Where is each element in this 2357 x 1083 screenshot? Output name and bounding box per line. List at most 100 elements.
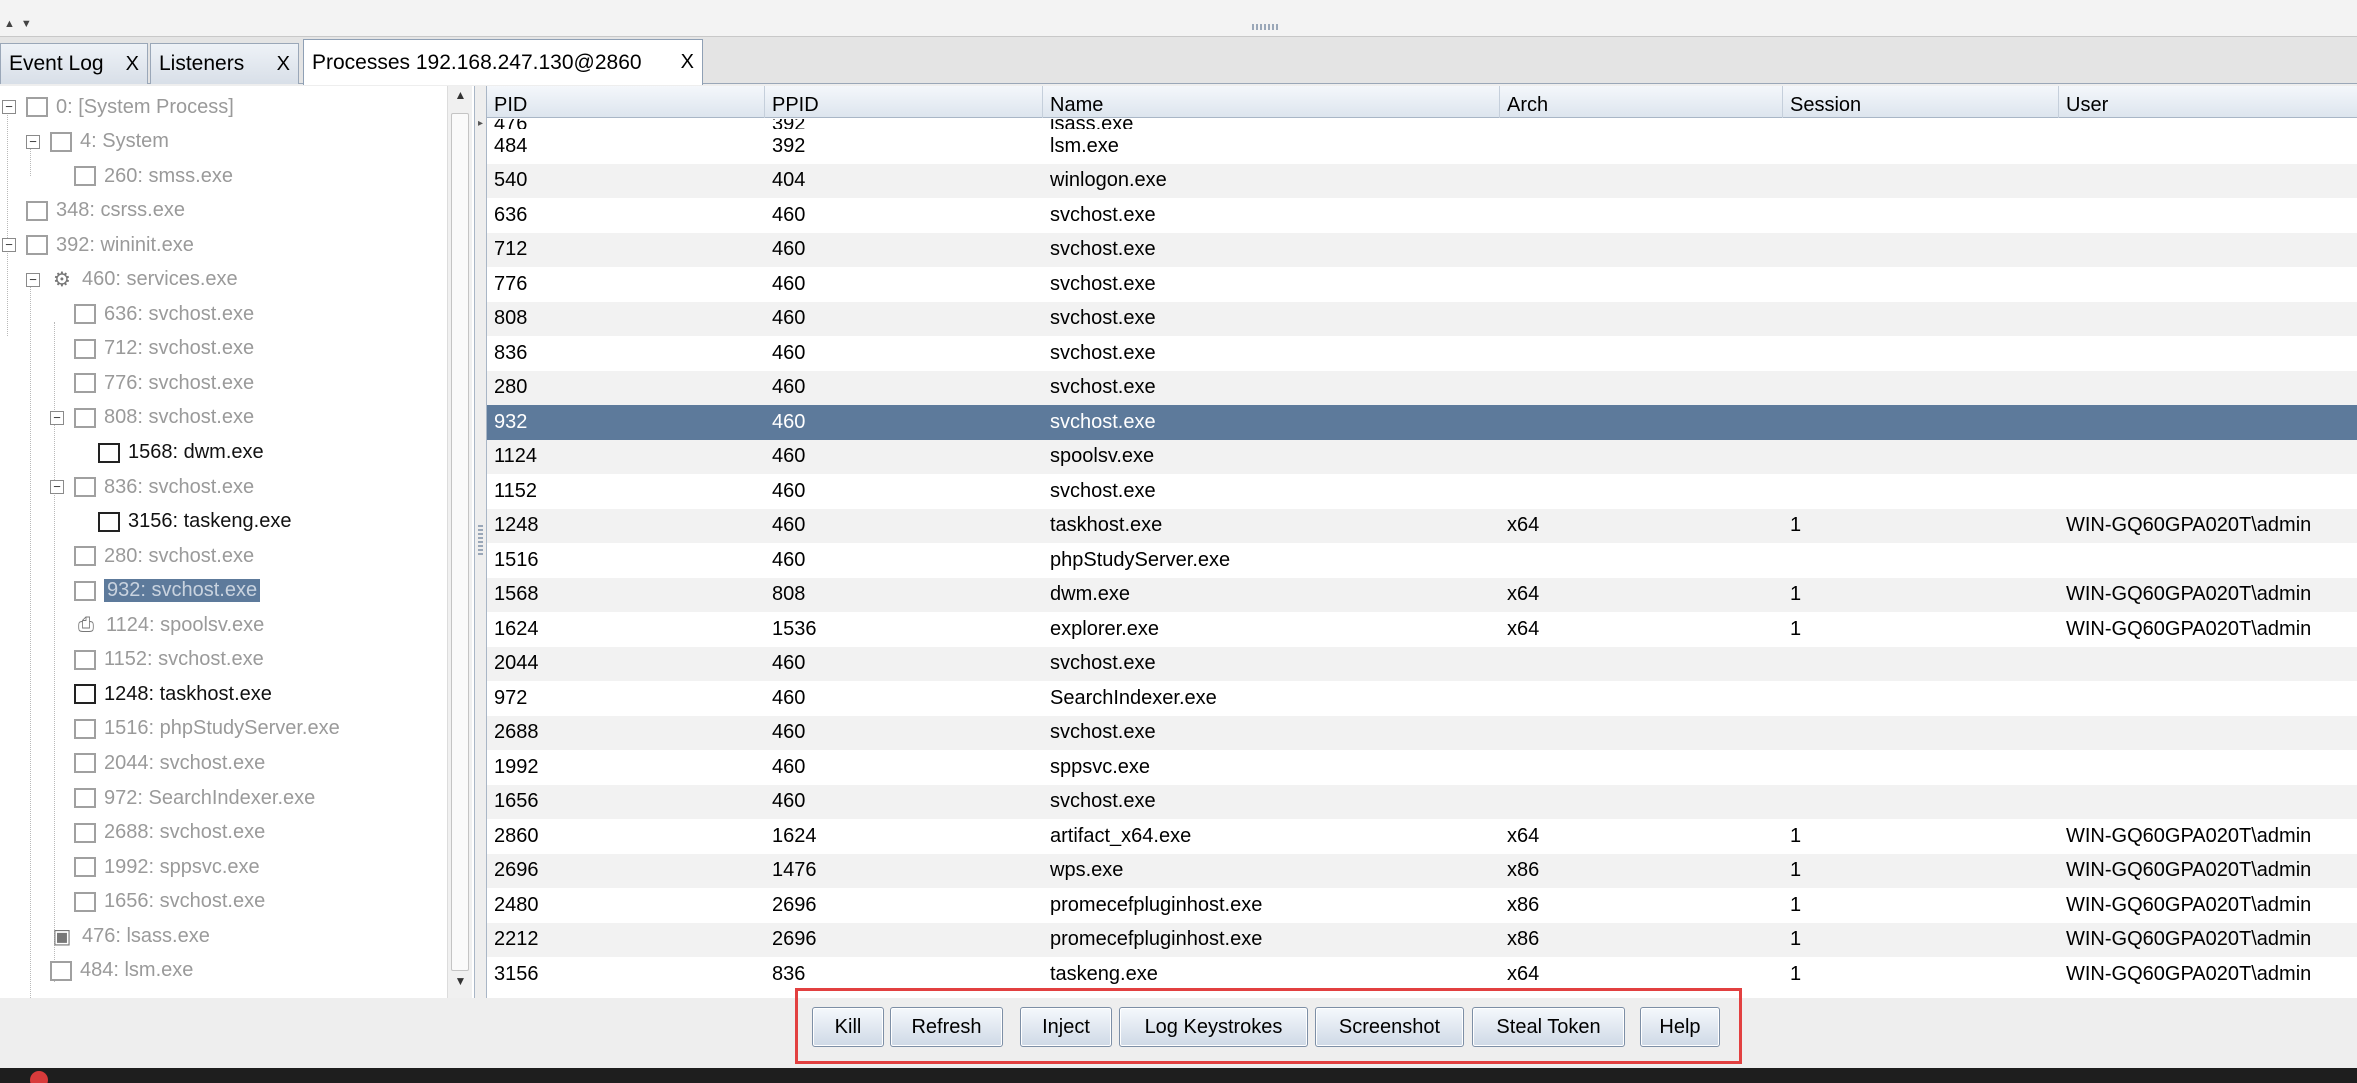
collapse-icon[interactable]: − (26, 272, 40, 287)
tree-node[interactable]: 932: svchost.exe (74, 576, 261, 606)
table-row[interactable]: 712 460 svchost.exe (487, 232, 2357, 267)
table-cell: explorer.exe (1050, 617, 1159, 640)
table-row[interactable]: 1624 1536 explorer.exe x64 1 WIN-GQ60GPA020T\… (487, 612, 2357, 647)
table-row[interactable]: 836 460 svchost.exe (487, 336, 2357, 371)
table-cell: promecefpluginhost.exe (1050, 928, 1263, 951)
column-header-pid[interactable]: PID (487, 86, 765, 118)
tree-node[interactable]: − 808: svchost.exe (50, 403, 254, 433)
scrollbar-thumb[interactable] (451, 113, 469, 971)
collapse-arrows-icon[interactable]: ▲▼ (4, 18, 38, 30)
table-row[interactable]: 2044 460 svchost.exe (487, 646, 2357, 681)
tree-node[interactable]: − 0: [System Process] (2, 92, 234, 122)
table-row[interactable]: 636 460 svchost.exe (487, 198, 2357, 233)
table-row[interactable]: 280 460 svchost.exe (487, 370, 2357, 405)
tree-node[interactable]: 260: smss.exe (74, 161, 233, 191)
table-row[interactable]: 2212 2696 promecefpluginhost.exe x86 1 WIN-GQ… (487, 922, 2357, 957)
column-header-session[interactable]: Session (1783, 86, 2059, 118)
table-cell: 1 (1790, 893, 1802, 916)
tree-node[interactable]: 712: svchost.exe (74, 334, 254, 364)
tab-listeners[interactable]: Listeners X (150, 43, 299, 84)
table-cell: 712 (494, 238, 528, 261)
log-keystrokes-button[interactable]: Log Keystrokes (1119, 1007, 1308, 1047)
table-cell: 2688 (494, 721, 539, 744)
table-cell: 1992 (494, 755, 539, 778)
table-row[interactable]: 1124 460 spoolsv.exe (487, 439, 2357, 474)
tree-node[interactable]: − 4: System (26, 127, 169, 157)
tree-node[interactable]: 1992: sppsvc.exe (74, 852, 260, 882)
table-cell: 460 (772, 479, 806, 502)
screenshot-button[interactable]: Screenshot (1315, 1007, 1464, 1047)
column-header-user[interactable]: User (2059, 86, 2357, 118)
kill-button[interactable]: Kill (812, 1007, 884, 1047)
close-icon[interactable]: X (112, 53, 139, 76)
table-row[interactable]: 932 460 svchost.exe (487, 405, 2357, 440)
scroll-up-icon[interactable]: ▲ (448, 88, 473, 112)
tree-node[interactable]: 1568: dwm.exe (98, 438, 264, 468)
collapse-icon[interactable]: − (50, 410, 64, 425)
table-row[interactable]: 1152 460 svchost.exe (487, 474, 2357, 509)
tree-node[interactable]: ▣ 476: lsass.exe (50, 921, 210, 951)
collapse-icon[interactable]: − (2, 238, 16, 253)
table-row[interactable]: 484 392 lsm.exe (487, 129, 2357, 164)
tree-node[interactable]: 484: lsm.exe (50, 956, 193, 986)
column-header-arch[interactable]: Arch (1500, 86, 1783, 118)
pane-splitter-grip-icon[interactable] (478, 525, 483, 555)
tree-node[interactable]: 776: svchost.exe (74, 368, 254, 398)
table-row[interactable]: 1992 460 sppsvc.exe (487, 750, 2357, 785)
tree-node[interactable]: 972: SearchIndexer.exe (74, 783, 315, 813)
tree-node[interactable]: 280: svchost.exe (74, 541, 254, 571)
table-row[interactable]: 1568 808 dwm.exe x64 1 WIN-GQ60GPA020T\admin (487, 577, 2357, 612)
tree-node[interactable]: 2044: svchost.exe (74, 748, 265, 778)
table-row[interactable]: 1248 460 taskhost.exe x64 1 WIN-GQ60GPA020T\a… (487, 508, 2357, 543)
collapse-icon[interactable]: − (50, 480, 64, 495)
close-icon[interactable]: X (667, 51, 694, 74)
tree-node[interactable]: − 836: svchost.exe (50, 472, 254, 502)
table-row[interactable]: 972 460 SearchIndexer.exe (487, 681, 2357, 716)
tree-node[interactable]: 1248: taskhost.exe (74, 679, 272, 709)
tab-event-log[interactable]: Event Log X (0, 43, 148, 84)
tree-node-label: 1248: taskhost.exe (104, 682, 272, 705)
tree-node[interactable]: 1516: phpStudyServer.exe (74, 714, 340, 744)
table-cell: 1152 (494, 479, 538, 502)
tree-node[interactable]: 348: csrss.exe (26, 196, 185, 226)
tree-node[interactable]: 3156: taskeng.exe (98, 507, 291, 537)
table-row[interactable]: 3156 836 taskeng.exe x64 1 WIN-GQ60GPA020T\ad… (487, 957, 2357, 992)
table-cell: x64 (1507, 617, 1540, 640)
refresh-button[interactable]: Refresh (890, 1007, 1003, 1047)
window-icon (74, 407, 96, 428)
tree-node[interactable]: 1656: svchost.exe (74, 887, 265, 917)
table-row[interactable]: 2860 1624 artifact_x64.exe x64 1 WIN-GQ60GPA0… (487, 819, 2357, 854)
table-body[interactable]: 476392lsass.exe484392lsm.exe540404winlog… (487, 118, 2357, 998)
collapse-icon[interactable]: − (2, 100, 16, 114)
inject-button[interactable]: Inject (1020, 1007, 1112, 1047)
app-icon[interactable] (30, 1071, 48, 1083)
close-icon[interactable]: X (263, 53, 290, 76)
table-row[interactable]: 476392lsass.exe (487, 118, 2357, 129)
tab-processes[interactable]: Processes 192.168.247.130@2860 X (303, 39, 703, 85)
table-row[interactable]: 2480 2696 promecefpluginhost.exe x86 1 WIN-GQ… (487, 888, 2357, 923)
column-header-name[interactable]: Name (1043, 86, 1500, 118)
table-cell: svchost.exe (1050, 272, 1156, 295)
tree-node[interactable]: − ⚙ 460: services.exe (26, 265, 238, 295)
tree-node[interactable]: − 392: wininit.exe (2, 230, 194, 260)
steal-token-button[interactable]: Steal Token (1472, 1007, 1625, 1047)
table-row[interactable]: 2696 1476 wps.exe x86 1 WIN-GQ60GPA020T\admin (487, 853, 2357, 888)
tree-node[interactable]: 1152: svchost.exe (74, 645, 264, 675)
table-row[interactable]: 1516 460 phpStudyServer.exe (487, 543, 2357, 578)
help-button[interactable]: Help (1640, 1007, 1720, 1047)
scroll-down-icon[interactable]: ▼ (448, 974, 473, 998)
table-row[interactable]: 808 460 svchost.exe (487, 301, 2357, 336)
tree-node[interactable]: ⎙ 1124: spoolsv.exe (74, 610, 264, 640)
window-icon (26, 200, 48, 221)
splitter-grip-icon[interactable] (1252, 24, 1280, 30)
tree-node[interactable]: 2688: svchost.exe (74, 818, 265, 848)
column-header-ppid[interactable]: PPID (765, 86, 1043, 118)
table-row[interactable]: 540 404 winlogon.exe (487, 163, 2357, 198)
table-row[interactable]: 1656 460 svchost.exe (487, 784, 2357, 819)
table-row[interactable]: 2688 460 svchost.exe (487, 715, 2357, 750)
table-row[interactable]: 776 460 svchost.exe (487, 267, 2357, 302)
collapse-left-icon[interactable]: ▸ (478, 118, 483, 129)
collapse-icon[interactable]: − (26, 134, 40, 149)
tree-node[interactable]: 636: svchost.exe (74, 299, 254, 329)
tree-scrollbar[interactable]: ▲ ▼ (447, 86, 472, 998)
